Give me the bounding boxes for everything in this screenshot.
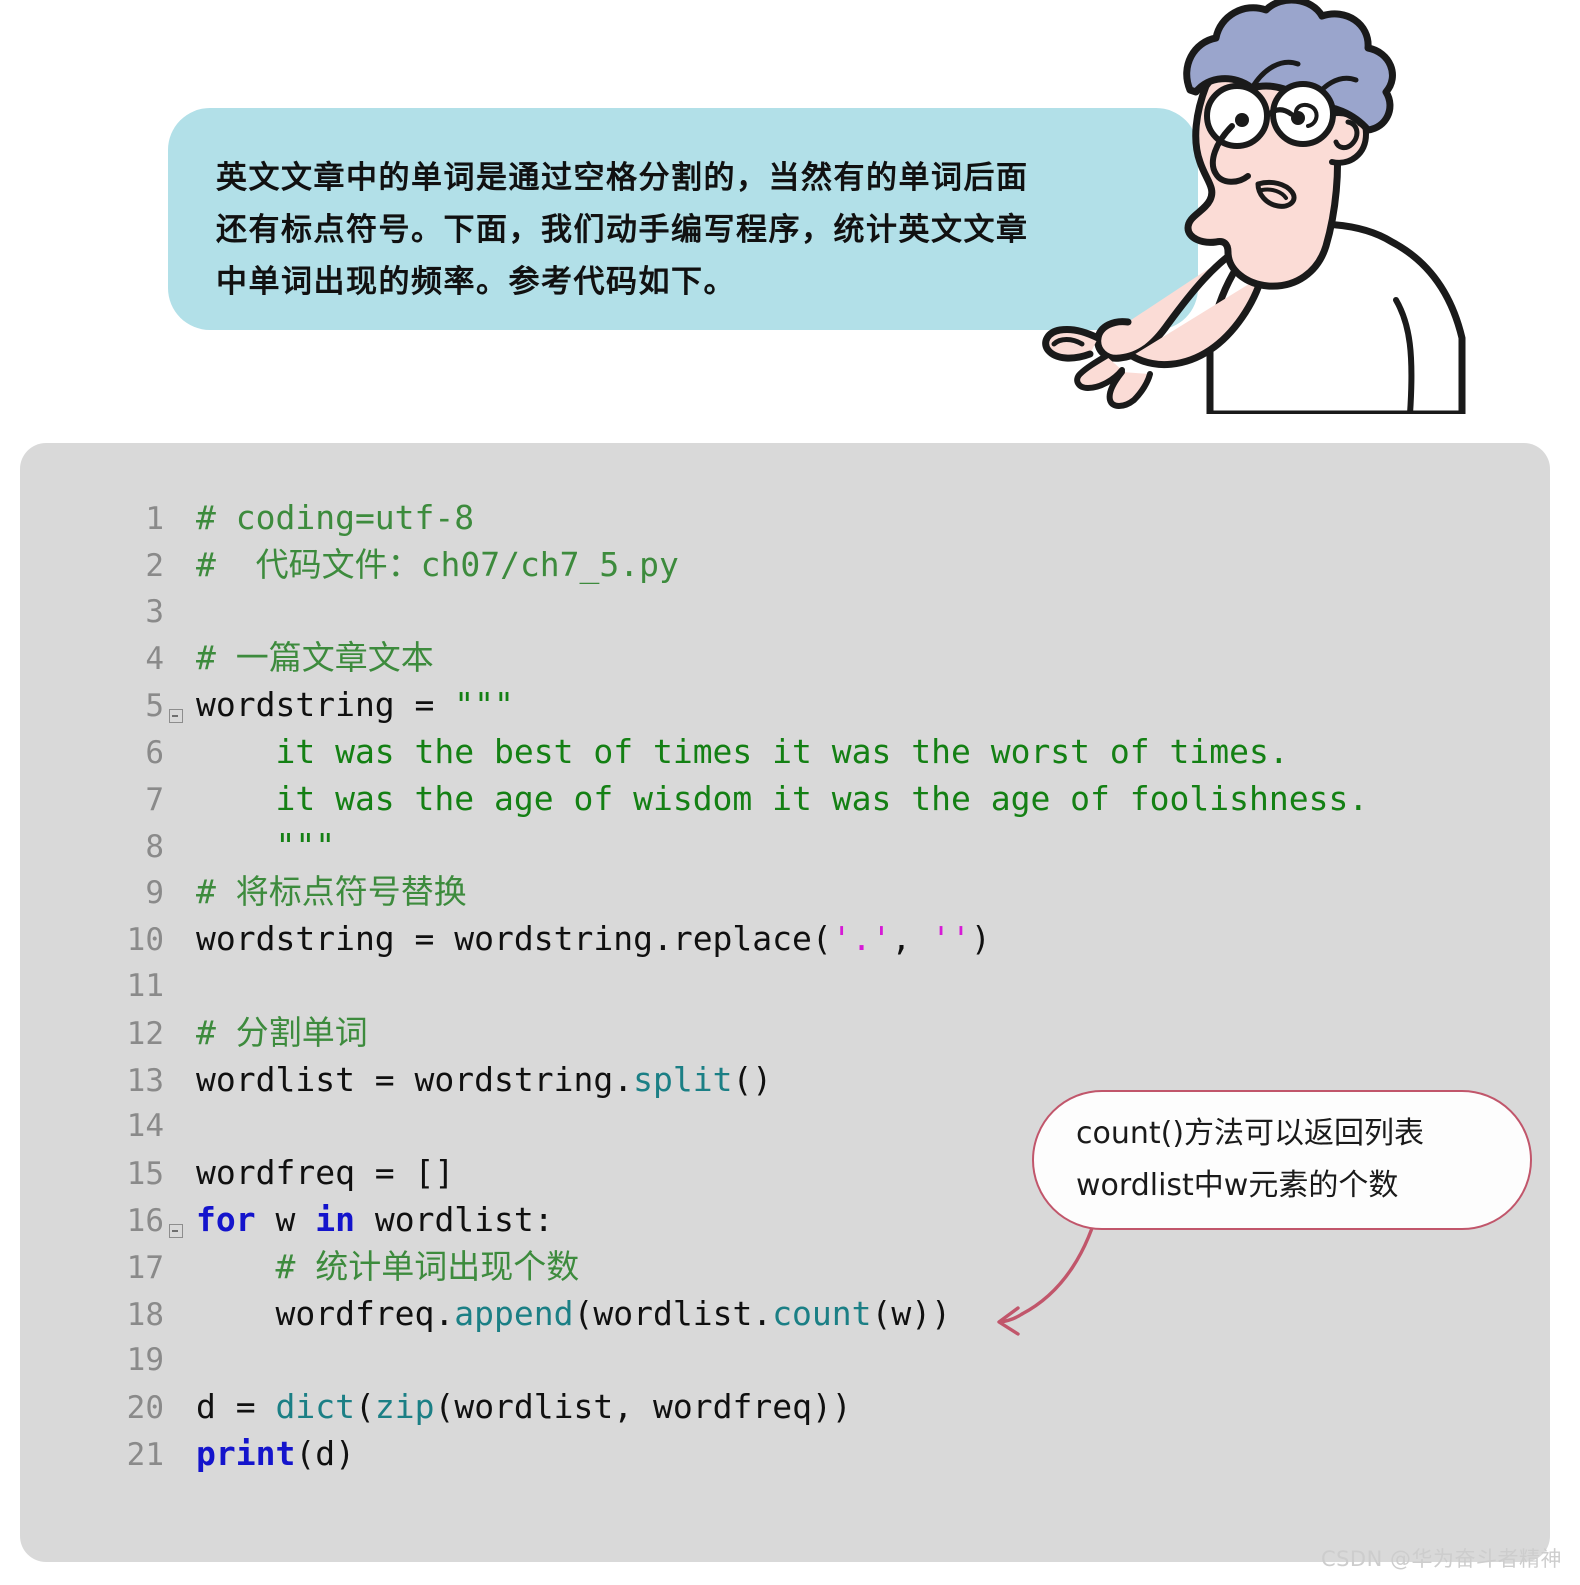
callout-line-1: count()方法可以返回列表 (1076, 1116, 1425, 1151)
code-line: 17 # 统计单词出现个数 (106, 1244, 1526, 1291)
code-token-fn: split (633, 1059, 733, 1099)
code-token-plain: wordfreq = [] (196, 1153, 455, 1193)
line-number: 13 (126, 1062, 164, 1099)
code-token-string: """ (454, 685, 514, 725)
line-number: 14 (126, 1108, 164, 1145)
code-line-text: # 分割单词 (186, 1010, 1526, 1057)
code-token-plain: wordfreq. (196, 1293, 455, 1333)
code-line: 11 (106, 963, 1526, 1010)
code-line-text: it was the age of wisdom it was the age … (186, 776, 1526, 823)
code-line: 10 wordstring = wordstring.replace('.', '… (106, 916, 1526, 963)
code-line: 5 wordstring = """ (106, 682, 1526, 729)
line-number: 17 (126, 1249, 164, 1286)
code-token-plain: wordlist: (354, 1199, 554, 1239)
code-token-plain: () (732, 1059, 773, 1099)
code-token-fn: count (772, 1293, 872, 1333)
code-token-comment: # 代码文件：ch07/ch7_5.py (196, 544, 679, 584)
code-token-plain: , (891, 919, 932, 959)
speech-bubble: 英文文章中的单词是通过空格分割的，当然有的单词后面 还有标点符号。下面，我们动手… (168, 108, 1198, 330)
code-token-string: """ (196, 825, 336, 865)
code-token-comment: # 将标点符号替换 (196, 872, 467, 912)
code-line: 21 print(d) (106, 1431, 1526, 1478)
code-line-text: # 一篇文章文本 (186, 635, 1526, 682)
code-line-text: # coding=utf-8 (186, 495, 1526, 542)
speech-bubble-line-2: 还有标点符号。下面，我们动手编写程序，统计英文文章 (216, 212, 1029, 248)
code-token-plain: (wordlist, wordfreq)) (434, 1387, 852, 1427)
code-token-plain: wordlist = wordstring. (196, 1059, 634, 1099)
speech-bubble-line-1: 英文文章中的单词是通过空格分割的，当然有的单词后面 (216, 160, 1029, 196)
code-line-text: it was the best of times it was the wors… (186, 729, 1526, 776)
code-line-text: # 将标点符号替换 (186, 869, 1526, 916)
line-number: 7 (145, 781, 164, 818)
code-line: 9 # 将标点符号替换 (106, 869, 1526, 916)
code-line: 20 d = dict(zip(wordlist, wordfreq)) (106, 1384, 1526, 1431)
code-token-magenta: '' (931, 919, 971, 959)
line-number: 4 (145, 641, 164, 678)
code-block: 1 # coding=utf-8 2 # 代码文件：ch07/ch7_5.py 3 4 # … (20, 443, 1550, 1562)
line-number: 2 (145, 547, 164, 584)
code-line: 19 (106, 1337, 1526, 1384)
code-line-text: wordstring = """ (186, 682, 1526, 729)
code-token-fn: zip (374, 1387, 435, 1427)
code-line: 8 """ (106, 823, 1526, 870)
code-line: 12 # 分割单词 (106, 1010, 1526, 1057)
code-token-kw: print (196, 1433, 296, 1473)
code-token-kw: for (196, 1199, 256, 1239)
code-token-plain: ) (970, 919, 991, 959)
line-number: 21 (126, 1436, 164, 1473)
code-line: 18 wordfreq.append(wordlist.count(w)) (106, 1291, 1526, 1338)
line-number: 16 (126, 1202, 164, 1239)
code-line-text: wordstring = wordstring.replace('.', '') (186, 916, 1526, 963)
code-line: 1 # coding=utf-8 (106, 495, 1526, 542)
line-number: 12 (126, 1015, 164, 1052)
code-line-text: # 代码文件：ch07/ch7_5.py (186, 542, 1526, 589)
code-token-plain: w (255, 1199, 316, 1239)
code-token-comment: # coding=utf-8 (196, 498, 475, 537)
code-line: 4 # 一篇文章文本 (106, 635, 1526, 682)
line-number: 6 (145, 734, 164, 771)
code-line-text: """ (186, 823, 1526, 870)
line-number: 15 (126, 1156, 164, 1193)
line-number: 3 (145, 593, 164, 630)
code-line: 2 # 代码文件：ch07/ch7_5.py (106, 542, 1526, 589)
code-token-plain: wordstring = wordstring.replace( (196, 919, 832, 959)
code-token-plain: wordstring = (196, 685, 455, 725)
code-line-text: # 统计单词出现个数 (186, 1244, 1526, 1291)
code-token-plain: (wordlist. (573, 1293, 773, 1333)
csdn-watermark: CSDN @华为奋斗者精神 (1320, 1547, 1562, 1571)
line-number: 18 (126, 1296, 164, 1333)
line-number: 20 (126, 1390, 164, 1427)
code-token-plain: (w)) (871, 1293, 952, 1333)
speech-bubble-line-3: 中单词出现的频率。参考代码如下。 (216, 264, 736, 300)
code-token-plain: ( (354, 1387, 375, 1427)
code-line-text: print(d) (186, 1431, 1526, 1478)
code-line-text: d = dict(zip(wordlist, wordfreq)) (186, 1384, 1526, 1431)
code-line: 3 (106, 589, 1526, 636)
code-token-plain: d = (196, 1387, 276, 1427)
code-line: 6 it was the best of times it was the wo… (106, 729, 1526, 776)
code-line-text: wordfreq.append(wordlist.count(w)) (186, 1291, 1526, 1338)
code-token-comment: # 分割单词 (196, 1012, 368, 1052)
callout-annotation: count()方法可以返回列表 wordlist中w元素的个数 (1032, 1090, 1532, 1230)
code-token-magenta: '.' (831, 919, 892, 959)
code-token-fn: append (454, 1293, 574, 1333)
line-number: 19 (126, 1342, 164, 1379)
code-token-fn: dict (275, 1387, 355, 1427)
code-lines-container: 1 # coding=utf-8 2 # 代码文件：ch07/ch7_5.py 3 4 # … (106, 495, 1526, 1478)
line-number: 5 (145, 688, 164, 725)
line-number: 8 (145, 828, 164, 865)
line-number: 11 (126, 967, 164, 1004)
callout-line-2: wordlist中w元素的个数 (1076, 1168, 1399, 1203)
line-number: 9 (145, 875, 164, 912)
line-number: 1 (145, 501, 164, 537)
code-line: 7 it was the age of wisdom it was the ag… (106, 776, 1526, 823)
code-token-comment: # 一篇文章文本 (196, 638, 434, 678)
code-token-plain: (d) (295, 1433, 355, 1473)
code-token-comment: # 统计单词出现个数 (196, 1246, 580, 1286)
code-token-string: it was the best of times it was the wors… (196, 731, 1289, 771)
line-number: 10 (126, 922, 164, 959)
code-token-kw: in (315, 1199, 355, 1239)
code-token-string: it was the age of wisdom it was the age … (196, 778, 1369, 818)
